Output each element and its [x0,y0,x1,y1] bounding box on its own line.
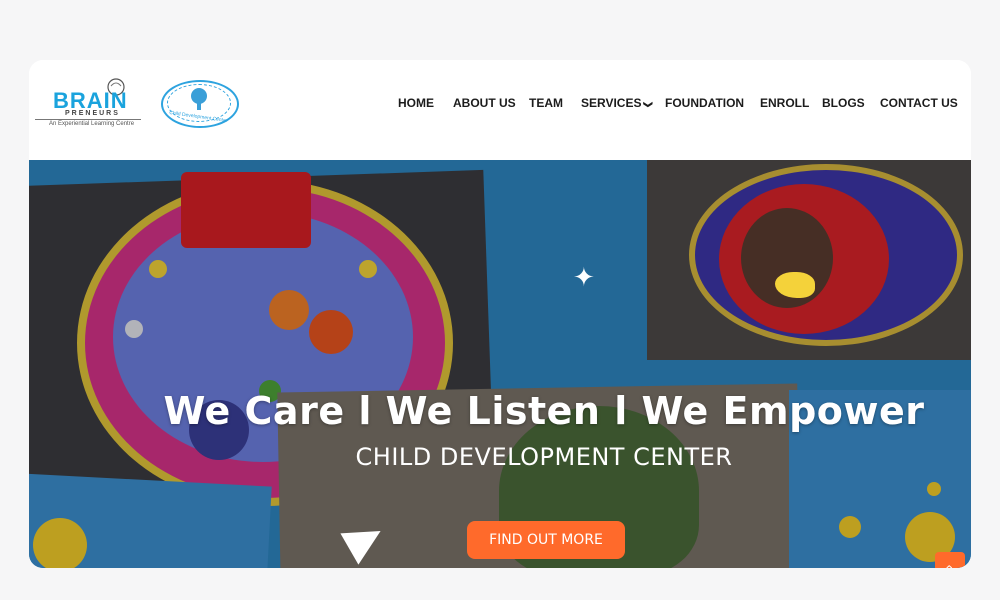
sparkle-icon: ✦ [573,262,595,292]
nav-services-label: SERVICES [581,96,642,110]
logo-divider [35,119,141,120]
nav-home[interactable]: HOME [398,96,434,110]
bird-icon [775,272,815,298]
nav-foundation[interactable]: FOUNDATION [665,96,744,110]
nav-contact-us[interactable]: CONTACT US [880,96,958,110]
nav-blogs[interactable]: BLOGS [822,96,865,110]
hero-headline: We Care l We Listen l We Empower [163,389,925,434]
hero-banner: ✦ We Care l We Listen l We Empower CHILD… [29,160,971,568]
chevron-down-icon: ❯ [643,100,654,109]
chevron-up-icon: ‹ [941,564,958,568]
find-out-more-button[interactable]: FIND OUT MORE [467,521,625,559]
site-header: BRAIN PRENEURS An Experiential Learning … [29,60,971,160]
hero-subheadline: CHILD DEVELOPMENT CENTER [355,443,733,471]
nav-about-us[interactable]: ABOUT US [453,96,516,110]
hero-dim-overlay [29,160,971,568]
scroll-to-top-button[interactable]: ‹ [935,552,965,568]
nav-services[interactable]: SERVICES ❯ [581,96,654,110]
main-nav: HOME ABOUT US TEAM SERVICES ❯ FOUNDATION … [29,96,971,112]
page-card: BRAIN PRENEURS An Experiential Learning … [29,60,971,568]
nav-enroll[interactable]: ENROLL [760,96,809,110]
brain-logo-tagline: An Experiential Learning Centre [49,121,135,127]
nav-team[interactable]: TEAM [529,96,563,110]
